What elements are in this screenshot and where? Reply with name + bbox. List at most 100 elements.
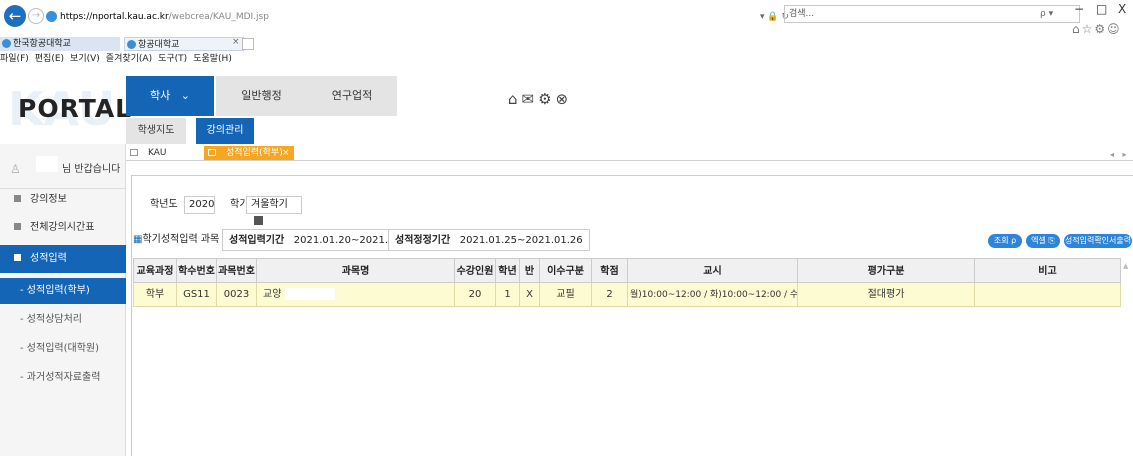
address-bar[interactable]: https://nportal.kau.ac.kr/webcrea/KAU_MD… [46,9,820,25]
tab-checkbox-icon [208,149,216,156]
table-cell-eval-type[interactable]: 절대평가 [798,283,975,307]
col-header-period: 교시 [628,258,798,283]
home-star-gear-icons[interactable]: ⌂☆⚙☺ [1072,22,1122,36]
menu-view[interactable]: 보기(V) [70,54,100,64]
col-header-subject-name: 과목명 [257,258,455,283]
table-cell-period[interactable]: 월)10:00~12:00 / 화)10:00~12:00 / 수)10:00~ [628,283,798,307]
scroll-arrow-icon[interactable]: ▲ [1123,262,1131,274]
user-icon: ♙ [10,162,21,176]
col-header-subject-no: 과목번호 [217,258,257,283]
print-confirmation-button[interactable]: 성적입력확인서출력 [1064,234,1132,248]
page-tab-label: 성적입력(학부) [226,148,283,158]
browser-menubar: 파일(F) 편집(E) 보기(V) 즐겨찾기(A) 도구(T) 도움말(H) [0,53,238,65]
fix-period-box: 성적정정기간 2021.01.25~2021.01.26 [388,229,590,251]
search-icon[interactable]: ρ ▾ [1040,9,1053,19]
table-cell-subject-name[interactable]: 교양 [257,283,455,307]
menu-favorites[interactable]: 즐겨찾기(A) [106,54,152,64]
sidebar-subitem-grade-undergrad[interactable]: - 성적입력(학부) [0,278,126,304]
subject-name-text: 교양 [263,289,282,300]
term-value: 겨울학기 [251,199,288,210]
dropdown-arrow-icon [254,215,263,225]
year-input[interactable]: 2020 [184,196,215,214]
portal-logo[interactable]: PORTAL [18,94,132,123]
col-header-completion-type: 이수구분 [540,258,592,283]
folder-icon [14,195,21,202]
sidebar-subitem-label: 과거성적자료출력 [26,372,101,383]
subnav-lecture-management[interactable]: 강의관리 [196,118,254,144]
table-cell-course-code[interactable]: GS11 [177,283,217,307]
subnav-student-guidance[interactable]: 학생지도 [126,118,186,144]
tab-label: 항공대학교 [138,40,180,50]
menu-file[interactable]: 파일(F) [0,54,29,64]
menu-edit[interactable]: 편집(E) [35,54,64,64]
col-header-remarks: 비고 [975,258,1121,283]
nav-research[interactable]: 연구업적 [307,76,397,116]
table-cell-section[interactable]: X [520,283,540,307]
maximize-icon[interactable]: □ [1096,2,1107,16]
user-greeting: 님 반갑습니다 [62,164,121,175]
table-cell-subject-no[interactable]: 0023 [217,283,257,307]
table-cell-completion-type[interactable]: 교필 [540,283,592,307]
new-tab-button[interactable] [242,38,254,50]
content-area [131,175,1133,456]
menu-help[interactable]: 도움말(H) [193,54,232,64]
folder-icon [14,223,21,230]
sidebar-item-label: 전체강의시간표 [30,222,95,233]
nav-label: 학사 [150,89,171,102]
minimize-icon[interactable]: − [1074,2,1084,16]
browser-tabbar: 한국항공대학교 항공대학교 × [0,37,1133,51]
user-name [36,156,58,172]
input-period-label: 성적입력기간 [229,235,285,246]
folder-icon [14,254,21,261]
tab-scroll-arrows-icon[interactable]: ◂ ▸ [1110,150,1130,159]
url-path: /webcrea/KAU_MDI.jsp [168,12,269,22]
nav-haksa[interactable]: 학사 ⌄ [126,76,214,116]
table-cell-course-type[interactable]: 학부 [133,283,177,307]
table-cell-enrolled[interactable]: 20 [455,283,496,307]
col-header-grade-year: 학년 [496,258,520,283]
sidebar-item-grade-input[interactable]: 성적입력 [0,245,126,273]
browser-tab-hanggong[interactable]: 항공대학교 [124,37,244,51]
term-select[interactable]: 겨울학기 [246,196,302,225]
fix-period-label: 성적정정기간 [395,235,451,246]
col-header-enrolled: 수강인원 [455,258,496,283]
close-icon[interactable]: X [1118,2,1126,16]
sidebar-subitem-grade-consult[interactable]: - 성적상담처리 [0,307,126,333]
search-button[interactable]: 조회 ρ [988,234,1022,248]
ie-tab-icon [2,39,11,48]
browser-tab-kau[interactable]: 한국항공대학교 [0,37,120,51]
year-label: 학년도 [150,199,178,210]
section-title: ▦학기성적입력 과목 [133,229,219,251]
col-header-course-code: 학수번호 [177,258,217,283]
tab-close-icon[interactable]: × [232,37,240,47]
table-cell-credits[interactable]: 2 [592,283,628,307]
sidebar-item-label: 성적입력 [30,253,67,264]
chevron-down-icon: ⌄ [180,89,190,102]
ie-page-icon [46,11,57,22]
col-header-section: 반 [520,258,540,283]
page-tab-kau[interactable]: KAU [130,146,208,160]
fix-period-value: 2021.01.25~2021.01.26 [459,235,583,246]
table-cell-grade-year[interactable]: 1 [496,283,520,307]
col-header-credits: 학점 [592,258,628,283]
sidebar-subitem-label: 성적상담처리 [26,314,82,325]
back-arrow-icon[interactable]: ← [4,5,26,27]
home-mail-gear-logout-icons[interactable]: ⌂✉⚙⊗ [508,90,572,108]
sidebar-subitem-label: 성적입력(대학원) [26,343,99,354]
nav-general-admin[interactable]: 일반행정 [216,76,307,116]
forward-arrow-icon[interactable]: → [28,8,44,24]
page-tab-close-icon[interactable]: × [282,146,290,160]
section-title-text: 학기성적입력 과목 [142,234,220,245]
sidebar-item-timetable[interactable]: 전체강의시간표 [0,214,126,242]
dash-icon: - [20,343,27,354]
redacted-subject-block [285,288,336,300]
browser-search-input[interactable]: 검색... [784,5,1080,23]
page-tab-grade-input[interactable]: 성적입력(학부) [204,146,294,160]
sidebar-subitem-past-grades[interactable]: - 과거성적자료출력 [0,365,126,391]
menu-tools[interactable]: 도구(T) [158,54,187,64]
sidebar-subitem-grade-grad[interactable]: - 성적입력(대학원) [0,336,126,362]
excel-button[interactable]: 엑셀 ⎘ [1026,234,1060,248]
table-cell-remarks[interactable] [975,283,1121,307]
sidebar-item-lecture-info[interactable]: 강의정보 [0,186,126,214]
tab-label: 한국항공대학교 [13,39,71,49]
